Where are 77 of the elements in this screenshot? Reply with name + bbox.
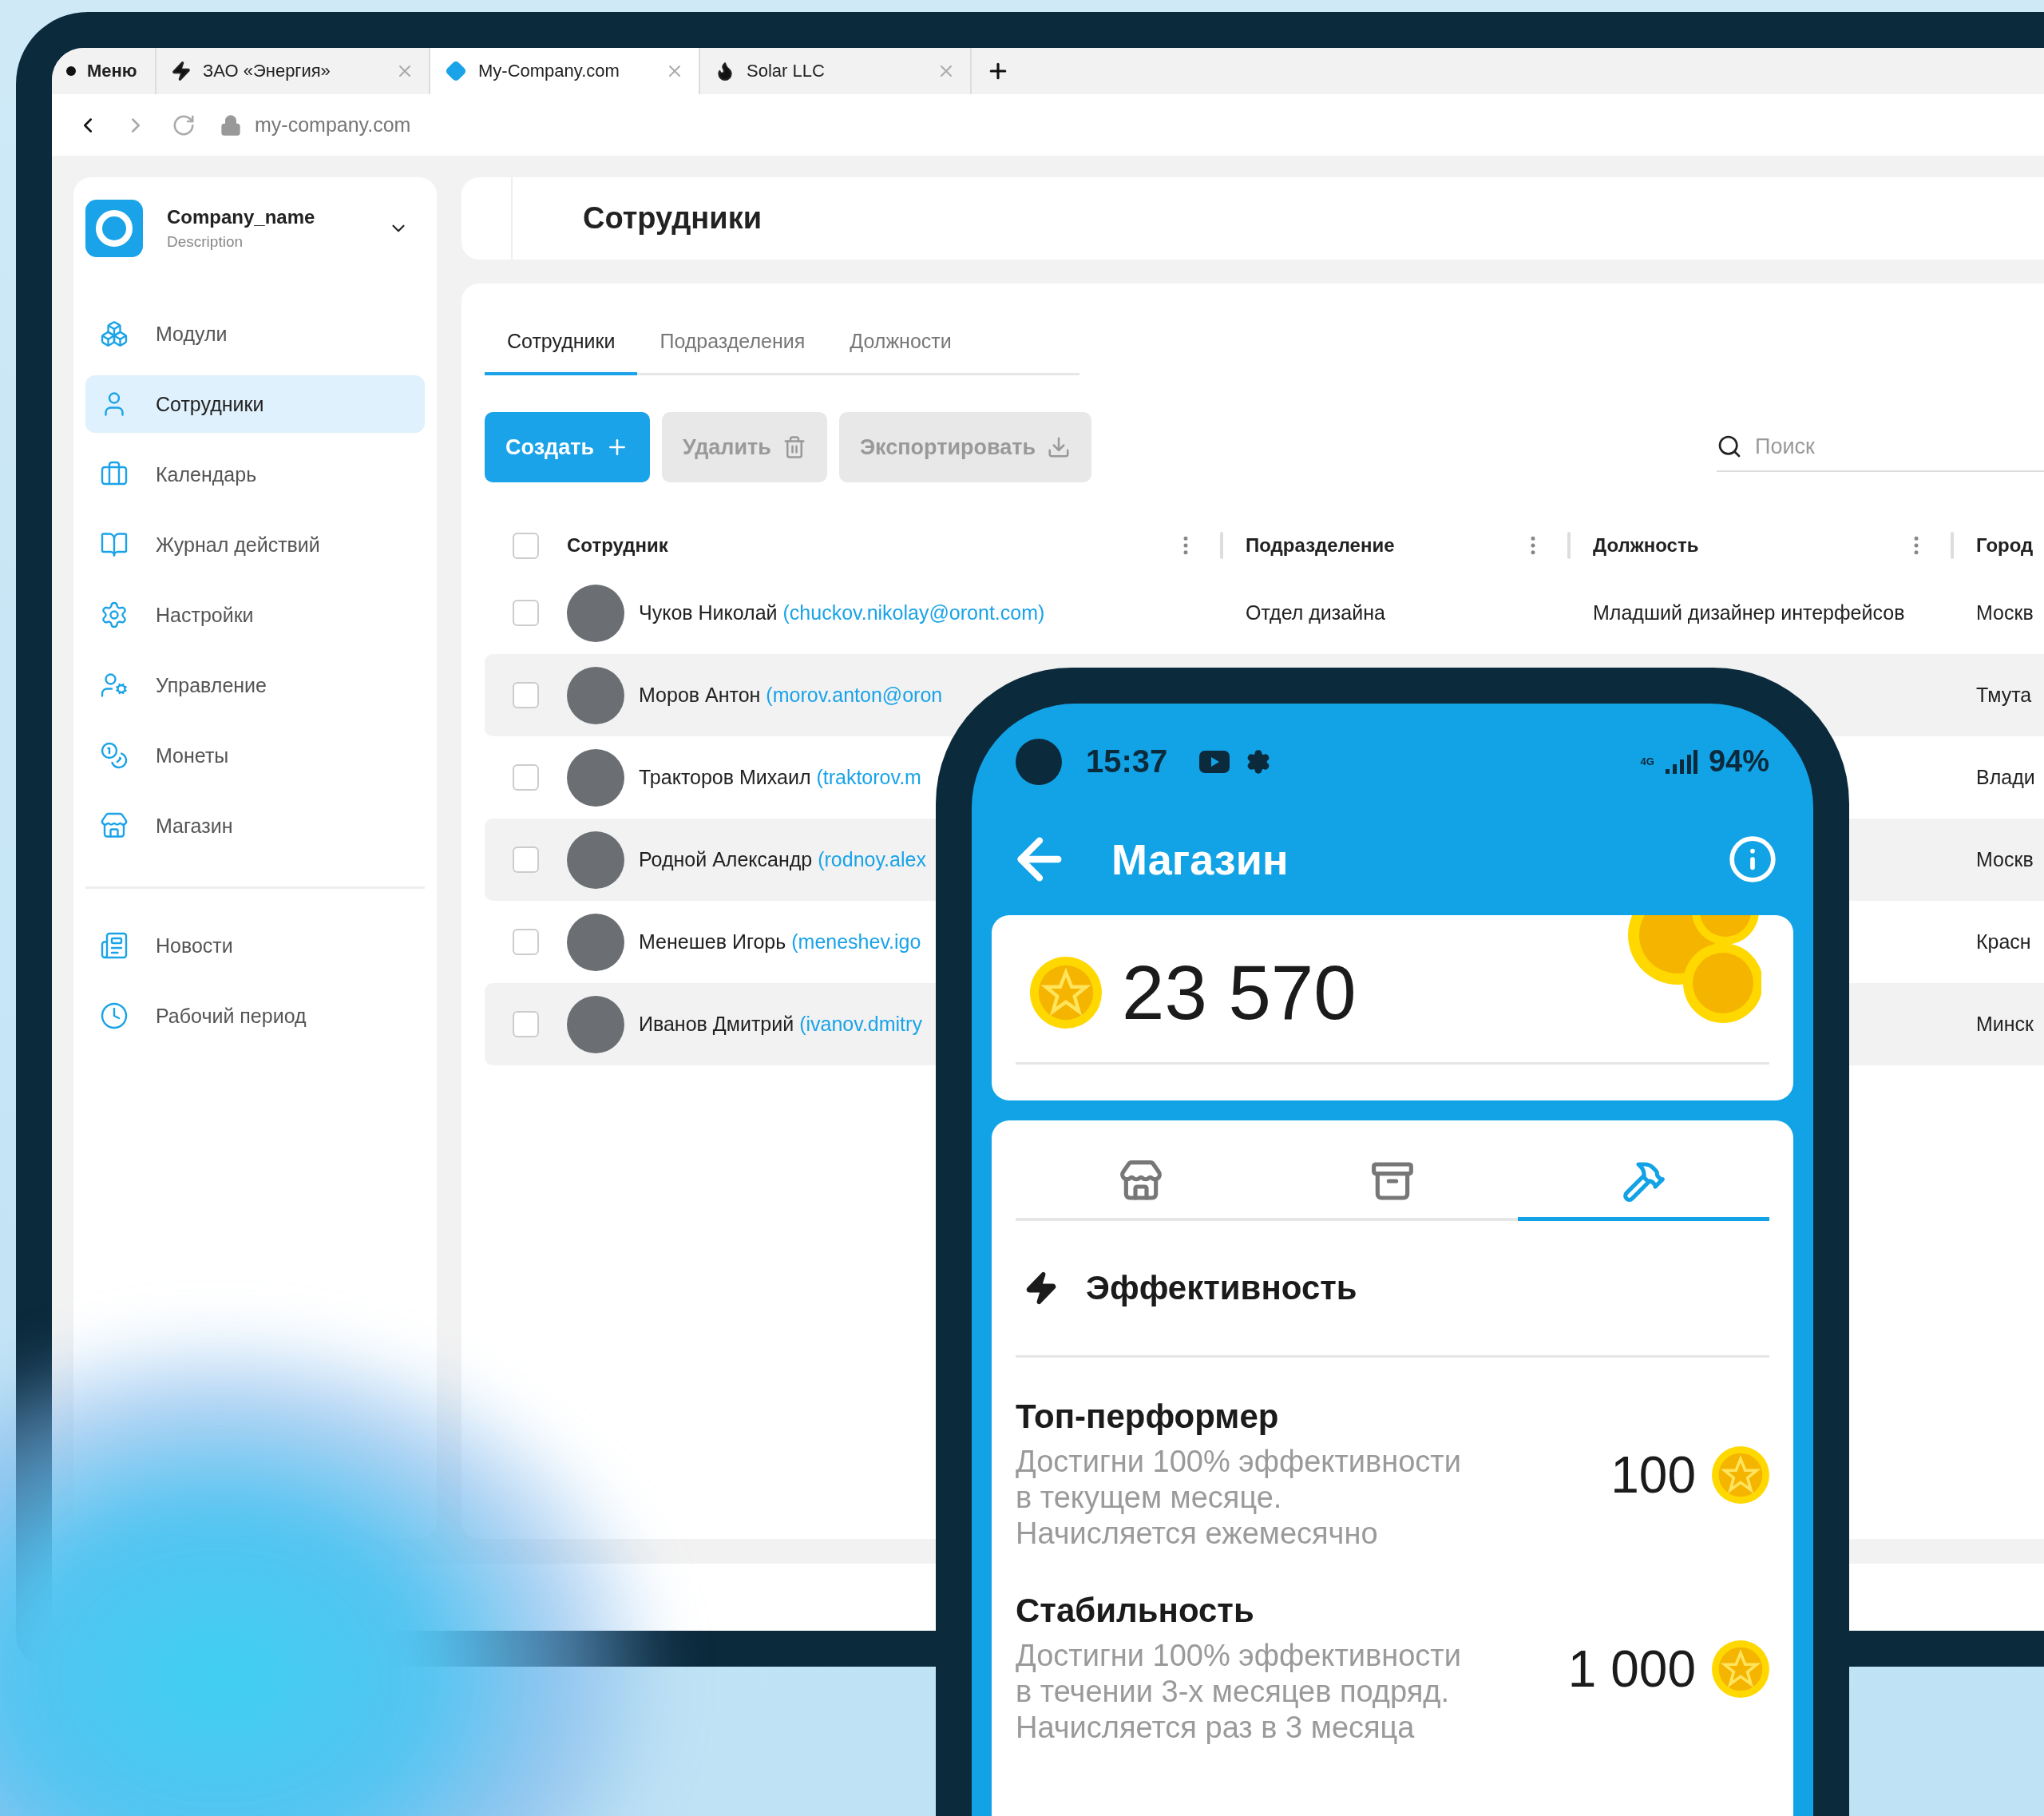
table-cell: Москв <box>1976 848 2034 870</box>
tab[interactable]: Подразделения <box>637 330 828 375</box>
column-header: Город <box>1976 534 2034 557</box>
balance-amount: 23 570 <box>1122 949 1357 1037</box>
table-cell: Красн <box>1976 930 2031 953</box>
checkbox[interactable] <box>513 682 539 708</box>
reward-title: Топ-перформер <box>1016 1398 1280 1436</box>
browser-tab[interactable]: My-Company.com <box>430 48 700 94</box>
sidebar-item[interactable]: Календарь <box>85 446 425 503</box>
employee-name: Родной Александр (rodnoy.alex <box>639 848 926 871</box>
column-header: Сотрудник <box>567 534 669 557</box>
screen-title: Магазин <box>1111 835 1289 884</box>
sidebar-item[interactable]: Журнал действий <box>85 516 425 573</box>
settings-icon <box>100 601 129 629</box>
newspaper-icon <box>100 931 129 960</box>
employee-name: Иванов Дмитрий (ivanov.dmitry <box>639 1013 922 1036</box>
column-header: Должность <box>1593 534 1700 557</box>
employee-name: Чуков Николай (chuckov.nikolay@oront.com) <box>639 601 1045 624</box>
reward-title: Стабильность <box>1016 1592 1255 1630</box>
page-title: Сотрудники <box>583 201 763 236</box>
table-cell: Влади <box>1976 766 2035 788</box>
signal-icon <box>1665 749 1697 774</box>
info-button[interactable] <box>1728 835 1777 884</box>
tab[interactable]: Должности <box>827 330 974 375</box>
network-label: 4G <box>1640 755 1654 767</box>
download-icon <box>1047 435 1072 459</box>
checkbox[interactable] <box>513 600 539 626</box>
camera-icon <box>1016 738 1062 785</box>
address-field[interactable]: my-company.com <box>255 113 411 137</box>
sidebar-item[interactable]: Управление <box>85 656 425 714</box>
clock-icon <box>100 1001 129 1030</box>
sidebar-item[interactable]: Монеты <box>85 727 425 784</box>
coin-icon <box>1712 1640 1769 1698</box>
reward-description: Достигни 100% эффективности в течении 3-х месяцев подряд. Начисляется раз в 3 месяца <box>1016 1638 1462 1746</box>
employee-name: Моров Антон (morov.anton@oron <box>639 684 943 707</box>
column-header: Подразделение <box>1246 534 1396 557</box>
reward-description: Достигни 100% эффективности в текущем месяце. Начисляется ежемесячно <box>1016 1444 1462 1552</box>
checkbox[interactable] <box>513 1011 539 1037</box>
company-logo <box>85 200 143 257</box>
checkbox[interactable] <box>513 764 539 791</box>
company-description: Description <box>167 233 244 251</box>
reward-amount: 1 000 <box>1567 1639 1696 1699</box>
sidebar-item[interactable]: Новости <box>85 917 425 974</box>
video-icon <box>1199 750 1230 773</box>
battery-level: 94% <box>1708 744 1769 779</box>
coins-icon <box>100 741 129 770</box>
dot-icon <box>66 66 76 76</box>
checkbox[interactable] <box>513 532 539 559</box>
info-icon <box>1728 835 1777 884</box>
book-icon <box>100 530 129 559</box>
bolt-icon <box>171 61 192 81</box>
section-title: Эффективность <box>1086 1269 1357 1307</box>
store-icon <box>100 811 129 840</box>
employee-name: Менешев Игорь (meneshev.igo <box>639 930 921 954</box>
table-cell: Москв <box>1976 601 2034 624</box>
tab[interactable]: Сотрудники <box>485 330 638 375</box>
employee-name: Тракторов Михаил (traktorov.m <box>639 766 921 789</box>
checkbox[interactable] <box>513 847 539 873</box>
sidebar-item[interactable]: Модули <box>85 305 425 363</box>
boxes-icon <box>100 319 129 348</box>
sidebar-item[interactable]: Магазин <box>85 797 425 854</box>
sidebar-item[interactable]: Рабочий период <box>85 987 425 1045</box>
table-cell: Младший дизайнер интерфейсов <box>1593 601 1905 624</box>
search-icon <box>1717 434 1742 459</box>
table-cell: Минск <box>1976 1013 2034 1035</box>
company-name: Company_name <box>167 206 316 228</box>
coin-icon <box>1030 957 1102 1029</box>
checkbox[interactable] <box>513 929 539 955</box>
reward-amount: 100 <box>1610 1445 1696 1505</box>
status-time: 15:37 <box>1086 743 1168 779</box>
lock-icon <box>220 113 242 137</box>
table-cell: Тмута <box>1976 684 2032 706</box>
sidebar-item[interactable]: Настройки <box>85 586 425 644</box>
coin-icon <box>1712 1445 1769 1504</box>
user-cog-icon <box>100 671 129 700</box>
sidebar-item[interactable]: Сотрудники <box>85 375 425 433</box>
table-cell: Отдел дизайна <box>1246 601 1385 624</box>
